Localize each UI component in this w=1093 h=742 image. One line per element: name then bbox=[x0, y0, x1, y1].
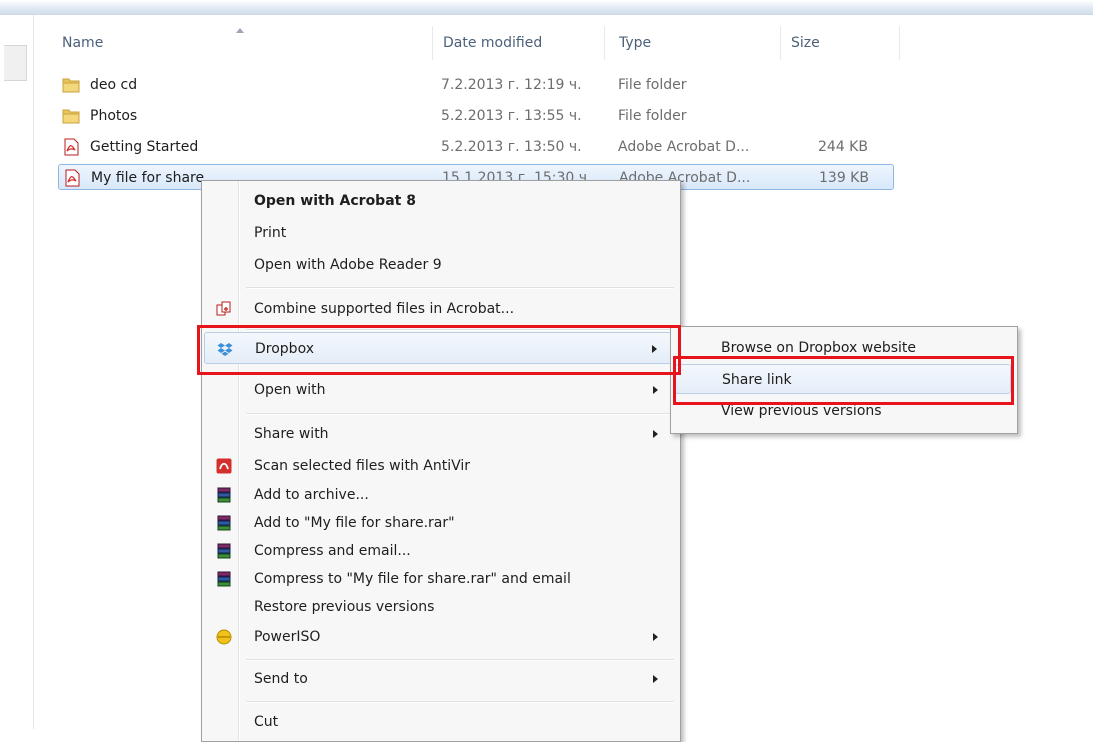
pdf-icon bbox=[64, 138, 79, 156]
winrar-icon bbox=[217, 487, 231, 503]
submenu-arrow-icon bbox=[653, 430, 658, 438]
menu-item-combine-in-acrobat[interactable]: Combine supported files in Acrobat... bbox=[204, 293, 676, 325]
folder-icon bbox=[62, 109, 80, 124]
navigation-pane[interactable] bbox=[0, 15, 34, 729]
winrar-icon bbox=[217, 571, 231, 587]
menu-separator bbox=[246, 287, 674, 289]
file-name: Getting Started bbox=[90, 139, 199, 155]
pdf-icon bbox=[65, 169, 80, 187]
menu-item-label: Restore previous versions bbox=[254, 599, 435, 615]
file-type: File folder bbox=[618, 108, 687, 124]
context-menu: Open with Acrobat 8 Print Open with Adob… bbox=[201, 180, 681, 742]
winrar-icon bbox=[217, 515, 231, 531]
menu-item-open-with[interactable]: Open with bbox=[204, 374, 676, 406]
menu-item-label: Scan selected files with AntiVir bbox=[254, 458, 470, 474]
menu-item-label: PowerISO bbox=[254, 629, 321, 645]
poweriso-icon bbox=[216, 629, 232, 645]
annotation-box-share-link bbox=[673, 356, 1014, 405]
file-name: My file for share bbox=[91, 170, 205, 186]
submenu-arrow-icon bbox=[653, 386, 658, 394]
file-size: 244 KB bbox=[818, 139, 868, 155]
menu-separator bbox=[246, 413, 674, 415]
menu-item-label: Open with Adobe Reader 9 bbox=[254, 257, 442, 273]
menu-item-restore-previous-versions[interactable]: Restore previous versions bbox=[204, 591, 676, 623]
antivir-icon bbox=[216, 458, 232, 474]
menu-item-label: Open with Acrobat 8 bbox=[254, 193, 416, 209]
menu-item-label: Share with bbox=[254, 426, 329, 442]
column-header-type[interactable]: Type bbox=[604, 26, 778, 60]
file-row-deo-cd[interactable]: deo cd 7.2.2013 г. 12:19 ч. File folder bbox=[58, 72, 894, 98]
navigation-pane-tab[interactable] bbox=[4, 45, 27, 81]
menu-item-cut[interactable]: Cut bbox=[204, 706, 676, 738]
file-name: deo cd bbox=[90, 77, 138, 93]
menu-item-send-to[interactable]: Send to bbox=[204, 663, 676, 695]
menu-item-label: Print bbox=[254, 225, 287, 241]
menu-item-label: Cut bbox=[254, 714, 279, 730]
menu-separator bbox=[246, 659, 674, 661]
menu-item-share-with[interactable]: Share with bbox=[204, 418, 676, 450]
menu-item-open-with-acrobat[interactable]: Open with Acrobat 8 bbox=[204, 185, 676, 217]
menu-item-label: Open with bbox=[254, 382, 326, 398]
submenu-arrow-icon bbox=[653, 675, 658, 683]
menu-item-print[interactable]: Print bbox=[204, 217, 676, 249]
menu-item-scan-antivir[interactable]: Scan selected files with AntiVir bbox=[204, 450, 676, 482]
acrobat-combine-icon bbox=[216, 301, 231, 316]
submenu-arrow-icon bbox=[653, 633, 658, 641]
file-size: 139 KB bbox=[819, 170, 869, 186]
file-row-photos[interactable]: Photos 5.2.2013 г. 13:55 ч. File folder bbox=[58, 103, 894, 129]
file-date: 5.2.2013 г. 13:55 ч. bbox=[441, 108, 582, 124]
annotation-box-dropbox bbox=[197, 325, 681, 375]
window-top-bar bbox=[0, 0, 1093, 15]
file-date: 5.2.2013 г. 13:50 ч. bbox=[441, 139, 582, 155]
sort-ascending-icon bbox=[236, 28, 244, 33]
menu-item-label: Combine supported files in Acrobat... bbox=[254, 301, 515, 317]
file-type: File folder bbox=[618, 77, 687, 93]
file-row-getting-started[interactable]: Getting Started 5.2.2013 г. 13:50 ч. Ado… bbox=[58, 134, 894, 160]
menu-item-label: Send to bbox=[254, 671, 308, 687]
menu-item-poweriso[interactable]: PowerISO bbox=[204, 621, 676, 653]
file-date: 7.2.2013 г. 12:19 ч. bbox=[441, 77, 582, 93]
folder-icon bbox=[62, 78, 80, 93]
winrar-icon bbox=[217, 543, 231, 559]
file-type: Adobe Acrobat D... bbox=[618, 139, 750, 155]
file-name: Photos bbox=[90, 108, 138, 124]
column-header-size[interactable]: Size bbox=[780, 26, 900, 60]
column-header-date-modified[interactable]: Date modified bbox=[432, 26, 602, 60]
menu-item-open-with-adobe-reader[interactable]: Open with Adobe Reader 9 bbox=[204, 249, 676, 281]
menu-separator bbox=[246, 701, 674, 703]
